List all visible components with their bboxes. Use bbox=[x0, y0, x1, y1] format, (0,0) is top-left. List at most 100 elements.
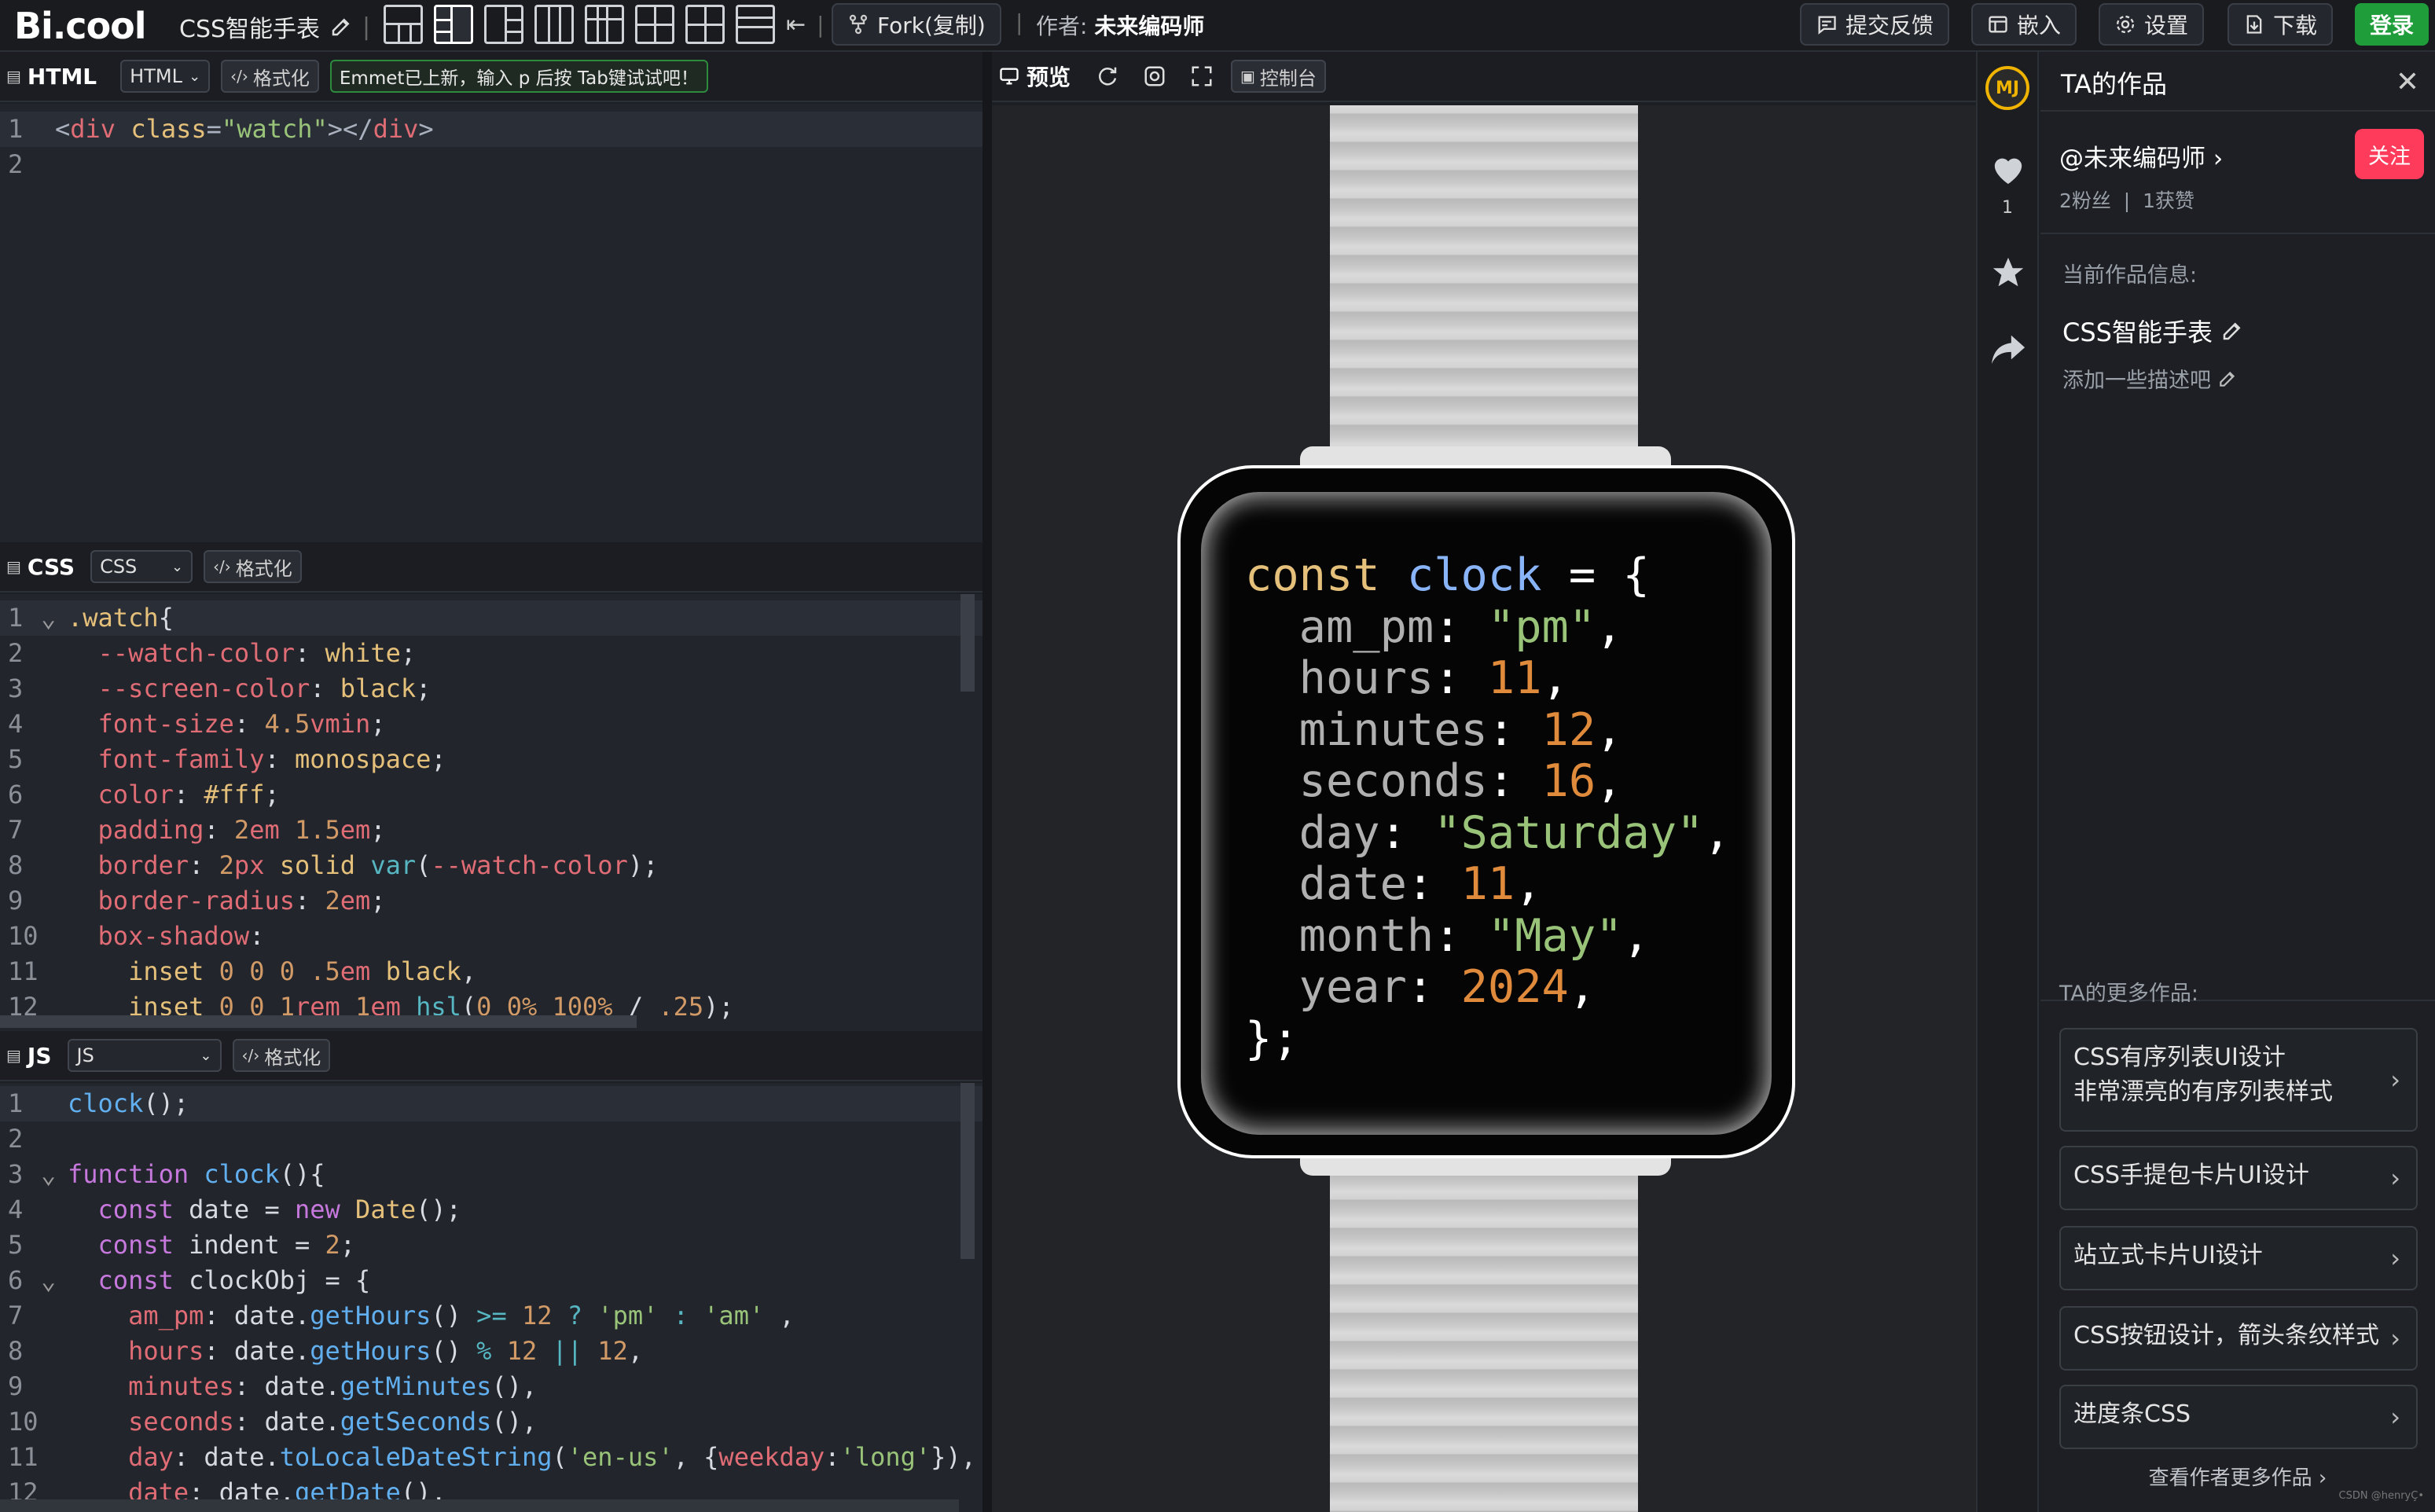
console-label: 控制台 bbox=[1259, 67, 1317, 90]
html-editor[interactable]: 1 <div class="watch"></div> 2 bbox=[0, 104, 982, 542]
chevron-right-icon: › bbox=[2213, 145, 2224, 173]
code-line: 4 font-size: 4.5vmin; bbox=[8, 709, 386, 739]
layout-right-icon[interactable] bbox=[484, 5, 523, 44]
layout-switcher: ⇤ | bbox=[384, 5, 825, 44]
fork-button[interactable]: Fork(复制) bbox=[832, 3, 1001, 46]
logo[interactable]: Bi.cool bbox=[14, 5, 147, 47]
js-lang-select[interactable]: JS ⌄ bbox=[67, 1039, 222, 1072]
app-root: Bi.cool CSS智能手表 | ⇤ | Fork(复制) | 作者: 未来编… bbox=[0, 0, 2435, 1512]
author-handle[interactable]: @未来编码师 › bbox=[2059, 138, 2223, 174]
collapse-left-icon[interactable]: ⇤ bbox=[786, 11, 806, 39]
js-scrollbar-horizontal[interactable] bbox=[0, 1499, 959, 1512]
html-format-button[interactable]: ‹/› 格式化 bbox=[221, 60, 319, 93]
html-lang-select[interactable]: HTML ⌄ bbox=[120, 60, 211, 93]
author-avatar[interactable]: MJ bbox=[1985, 66, 2029, 110]
console-button[interactable]: ▣ 控制台 bbox=[1231, 60, 1326, 93]
more-work-item[interactable]: CSS按钮设计，箭头条纹样式 › bbox=[2059, 1306, 2418, 1371]
layout-bottom-icon[interactable] bbox=[736, 5, 775, 44]
code-icon: ‹/› bbox=[241, 1046, 260, 1065]
js-panel-header: ▤ JS JS ⌄ ‹/› 格式化 bbox=[0, 1031, 982, 1081]
code-line: 3 ⌄ function clock(){ bbox=[8, 1159, 325, 1189]
more-work-item[interactable]: CSS手提包卡片UI设计 › bbox=[2059, 1146, 2418, 1210]
layout-left-icon[interactable] bbox=[434, 5, 473, 44]
code-line: 1 clock(); bbox=[0, 1086, 982, 1121]
author-name[interactable]: 未来编码师 bbox=[1094, 13, 1204, 39]
watch-strap-bottom bbox=[1330, 1163, 1638, 1512]
settings-label: 设置 bbox=[2144, 13, 2189, 39]
code-line: 6 color: #fff; bbox=[8, 780, 280, 809]
chevron-down-icon: ⌄ bbox=[171, 558, 184, 575]
chevron-right-icon: › bbox=[2390, 1402, 2400, 1432]
feedback-button[interactable]: 提交反馈 bbox=[1800, 3, 1950, 46]
preview-title: 预览 bbox=[998, 61, 1071, 92]
fork-icon bbox=[849, 14, 868, 35]
layout-columns-alt-icon[interactable] bbox=[585, 5, 624, 44]
screenshot-icon[interactable] bbox=[1143, 64, 1166, 88]
work-title-row: CSS智能手表 bbox=[2062, 313, 2244, 349]
watch-case: const clock = { am_pm: "pm", hours: 11, … bbox=[1177, 465, 1795, 1158]
panel-divider[interactable] bbox=[982, 52, 992, 1512]
code-line: 2 --watch-color: white; bbox=[8, 638, 417, 668]
code-line: 5 const indent = 2; bbox=[8, 1230, 356, 1260]
close-icon[interactable]: ✕ bbox=[2396, 66, 2419, 98]
embed-label: 嵌入 bbox=[2017, 13, 2062, 39]
embed-button[interactable]: 嵌入 bbox=[1971, 3, 2077, 46]
view-more-link[interactable]: 查看作者更多作品 › bbox=[2040, 1462, 2435, 1491]
embed-icon bbox=[1989, 16, 2007, 33]
layout-top-icon[interactable] bbox=[384, 5, 423, 44]
code-line: 9 border-radius: 2em; bbox=[8, 886, 386, 916]
code-line: 11 day: date.toLocaleDateString('en-us',… bbox=[8, 1442, 976, 1472]
html-panel-header: ▤ HTML HTML ⌄ ‹/› 格式化 Emmet已上新，输入 p 后按 Tab… bbox=[0, 52, 982, 102]
css-scrollbar-horizontal[interactable] bbox=[0, 1015, 637, 1028]
html-format-label: 格式化 bbox=[252, 67, 310, 90]
watch-line: hours: 11, bbox=[1298, 652, 1569, 704]
css-scrollbar-vertical[interactable] bbox=[960, 594, 975, 692]
more-work-item[interactable]: 进度条CSS › bbox=[2059, 1385, 2418, 1449]
code-line: 1 <div class="watch"></div> bbox=[0, 112, 982, 147]
layout-columns-icon[interactable] bbox=[534, 5, 574, 44]
share-icon[interactable] bbox=[1990, 332, 2026, 366]
more-work-item[interactable]: 站立式卡片UI设计 › bbox=[2059, 1226, 2418, 1290]
download-button[interactable]: 下载 bbox=[2227, 3, 2334, 46]
project-title[interactable]: CSS智能手表 bbox=[179, 9, 320, 44]
follow-button[interactable]: 关注 bbox=[2355, 129, 2424, 179]
watch-line: day: "Saturday", bbox=[1298, 806, 1731, 859]
js-editor[interactable]: 1 clock(); 2 3 ⌄ function clock(){ 4 const … bbox=[0, 1083, 982, 1512]
watermark: CSDN @henryÇ• bbox=[2338, 1490, 2424, 1502]
settings-button[interactable]: 设置 bbox=[2099, 3, 2205, 46]
layout-grid-icon[interactable] bbox=[635, 5, 674, 44]
project-title-area: CSS智能手表 | bbox=[179, 9, 370, 44]
edit-icon[interactable] bbox=[329, 15, 353, 39]
divider bbox=[2040, 233, 2435, 234]
js-format-button[interactable]: ‹/› 格式化 bbox=[232, 1039, 331, 1072]
more-work-item[interactable]: CSS有序列表UI设计 非常漂亮的有序列表样式 › bbox=[2059, 1028, 2418, 1132]
css-lang-select[interactable]: CSS ⌄ bbox=[90, 550, 193, 583]
html-title-text: HTML bbox=[27, 63, 97, 90]
fullscreen-icon[interactable] bbox=[1190, 64, 1214, 88]
add-desc-row[interactable]: 添加一些描述吧 bbox=[2062, 363, 2238, 394]
chevron-down-icon: ⌄ bbox=[189, 68, 201, 85]
css-format-button[interactable]: ‹/› 格式化 bbox=[204, 550, 302, 583]
heart-icon[interactable] bbox=[1990, 152, 2026, 185]
css-format-label: 格式化 bbox=[235, 557, 292, 580]
author-label: 作者: bbox=[1036, 13, 1088, 39]
layout-grid-alt-icon[interactable] bbox=[685, 5, 725, 44]
work-title: CSS智能手表 bbox=[2062, 317, 2213, 347]
fork-label: Fork(复制) bbox=[877, 13, 986, 39]
divider bbox=[2040, 110, 2435, 112]
code-line: 4 const date = new Date(); bbox=[8, 1195, 461, 1224]
css-editor[interactable]: 1 ⌄ .watch{ 2 --watch-color: white; 3 --sc… bbox=[0, 594, 982, 1031]
star-icon[interactable] bbox=[1990, 255, 2026, 291]
edit-icon[interactable] bbox=[2220, 319, 2244, 343]
login-button[interactable]: 登录 bbox=[2355, 3, 2429, 46]
css-title-text: CSS bbox=[27, 553, 75, 580]
preview-title-text: 预览 bbox=[1027, 64, 1071, 90]
gear-icon bbox=[2116, 15, 2135, 34]
like-count: 1 bbox=[2002, 198, 2013, 218]
watch-line: seconds: 16, bbox=[1298, 755, 1623, 807]
watch-var-name: clock bbox=[1406, 549, 1542, 601]
js-scrollbar-vertical[interactable] bbox=[960, 1083, 975, 1259]
refresh-icon[interactable] bbox=[1096, 64, 1119, 88]
js-panel-title: ▤ JS bbox=[6, 1043, 52, 1069]
code-line: 6 ⌄ const clockObj = { bbox=[8, 1265, 371, 1295]
